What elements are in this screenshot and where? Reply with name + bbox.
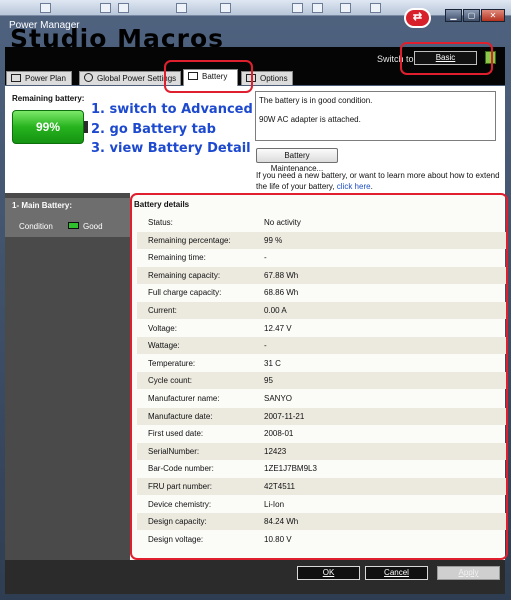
toolbar-tool-icon: [40, 3, 51, 13]
power-plug-icon: ⇄: [404, 8, 431, 28]
battery-gauge-tip: [84, 121, 88, 133]
highlight-battery-details: [130, 193, 508, 560]
battery-maintenance-button[interactable]: Battery Maintenance...: [256, 148, 338, 173]
status-line: The battery is in good condition.: [259, 96, 373, 105]
toolbar-tool-icon: [370, 3, 381, 13]
cancel-label: Cancel: [384, 568, 409, 577]
power-plan-icon: [11, 74, 21, 82]
battery-gauge-icon: 99%: [12, 110, 84, 144]
tab-label: Power Plan: [25, 74, 66, 83]
battery-condition-icon: [68, 222, 79, 229]
condition-value: Good: [83, 222, 103, 231]
close-button[interactable]: ✕: [481, 9, 505, 22]
toolbar-tool-icon: [220, 3, 231, 13]
cancel-button[interactable]: Cancel: [365, 566, 428, 580]
ok-button[interactable]: OK: [297, 566, 360, 580]
maximize-button[interactable]: ▢: [463, 9, 480, 22]
tab-label: Options: [260, 74, 288, 83]
toolbar-tool-icon: [100, 3, 111, 13]
toolbar-tool-icon: [340, 3, 351, 13]
apply-button: Apply: [437, 566, 500, 580]
annotation-step-1: 1. switch to Advanced: [91, 102, 253, 117]
highlight-switch-button: [400, 42, 493, 75]
tab-power-plan[interactable]: Power Plan: [6, 71, 72, 85]
click-here-link[interactable]: click here: [337, 182, 371, 191]
apply-label: Apply: [458, 568, 479, 577]
background-toolbar: [0, 0, 511, 16]
annotation-step-2: 2. go Battery tab: [91, 122, 216, 137]
toolbar-tool-icon: [292, 3, 303, 13]
status-line: 90W AC adapter is attached.: [259, 115, 361, 124]
remaining-battery-label: Remaining battery:: [12, 94, 85, 103]
toolbar-tool-icon: [118, 3, 129, 13]
help-text: If you need a new battery, or want to le…: [256, 170, 501, 192]
highlight-battery-tab: [164, 60, 253, 93]
help-text-body: If you need a new battery, or want to le…: [256, 171, 500, 191]
battery-status-box: The battery is in good condition. 90W AC…: [255, 91, 496, 141]
toolbar-tool-icon: [312, 3, 323, 13]
window-controls: ▁ ▢ ✕: [445, 9, 505, 22]
ok-label: OK: [322, 568, 335, 577]
gear-icon: [84, 73, 93, 82]
toolbar-tool-icon: [176, 3, 187, 13]
footer-bar: [5, 560, 505, 594]
minimize-button[interactable]: ▁: [445, 9, 462, 22]
help-text-end: .: [370, 182, 373, 191]
annotation-step-3: 3. view Battery Detail: [91, 141, 251, 156]
battery-list: [5, 193, 130, 560]
condition-label: Condition: [19, 222, 53, 231]
main-battery-title: 1- Main Battery:: [12, 201, 73, 210]
